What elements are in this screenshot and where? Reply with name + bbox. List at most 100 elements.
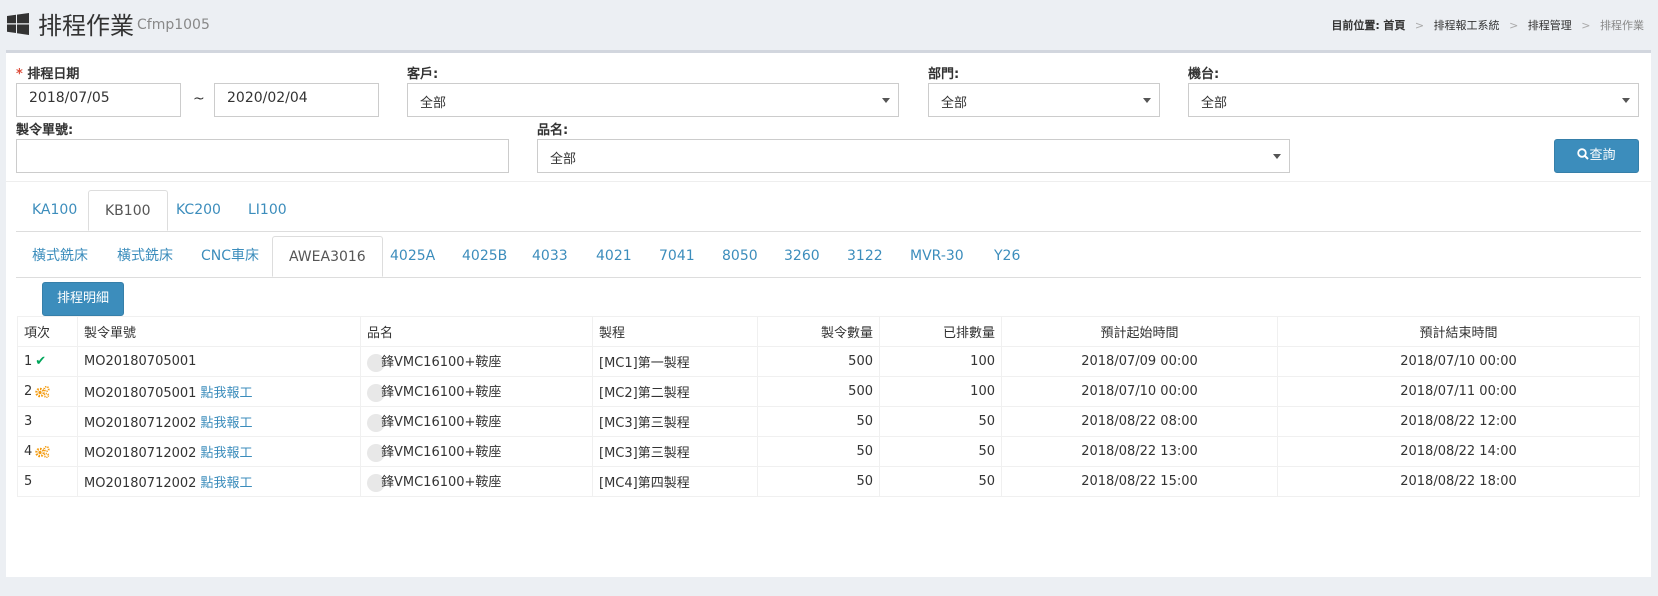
query-button[interactable]: 查詢 xyxy=(1554,139,1639,173)
cell-end: 2018/08/22 12:00 xyxy=(1277,406,1640,437)
cell-order: MO20180705001 點我報工 xyxy=(77,376,361,407)
tab-machine[interactable]: 4025B xyxy=(446,236,523,277)
cell-scheduled: 100 xyxy=(879,346,1002,377)
report-link[interactable]: 點我報工 xyxy=(200,416,252,431)
col-no: 項次 xyxy=(17,316,78,347)
cell-process: [MC1]第一製程 xyxy=(592,346,758,377)
cell-product: 鋒VMC16100+鞍座 xyxy=(360,406,593,437)
dept-select-value: 全部 xyxy=(941,96,968,111)
tab-factory-active[interactable]: KB100 xyxy=(88,190,168,231)
report-link[interactable]: 點我報工 xyxy=(200,476,252,491)
date-to-input[interactable]: 2020/02/04 xyxy=(214,83,379,117)
breadcrumb-system[interactable]: 排程報工系統 xyxy=(1434,19,1500,32)
machine-select[interactable]: 全部 xyxy=(1188,83,1639,117)
cell-no: 4 xyxy=(17,436,78,467)
tab-machine[interactable]: 7041 xyxy=(643,236,711,277)
breadcrumb-sep: > xyxy=(1414,19,1425,32)
cell-no: 2 xyxy=(17,376,78,407)
page-header: 排程作業 Cfmp1005 目前位置: 首頁 > 排程報工系統 > 排程管理 >… xyxy=(0,0,1658,50)
table-row: 5 MO20180712002 點我報工 鋒VMC16100+鞍座 [MC4]第四製程 5… xyxy=(17,466,1640,497)
tab-machine[interactable]: 4025A xyxy=(374,236,451,277)
customer-select-value: 全部 xyxy=(420,96,447,111)
windows-icon xyxy=(7,13,29,35)
table-row: 3 MO20180712002 點我報工 鋒VMC16100+鞍座 [MC3]第三製程 5… xyxy=(17,406,1640,437)
table-row: 1 ✔ MO20180705001 鋒VMC16100+鞍座 [MC1]第一製程 500 1… xyxy=(17,346,1640,377)
cell-scheduled: 50 xyxy=(879,466,1002,497)
cell-scheduled: 50 xyxy=(879,436,1002,467)
order-label: 製令單號: xyxy=(16,123,74,138)
tab-machine[interactable]: MVR-30 xyxy=(894,236,980,277)
tab-factory[interactable]: LI100 xyxy=(232,190,303,231)
cell-product: 鋒VMC16100+鞍座 xyxy=(360,346,593,377)
col-process: 製程 xyxy=(592,316,758,347)
product-label: 品名: xyxy=(537,123,569,138)
col-scheduled: 已排數量 xyxy=(879,316,1002,347)
cell-start: 2018/08/22 15:00 xyxy=(1001,466,1278,497)
gears-icon xyxy=(35,445,50,458)
cell-end: 2018/07/10 00:00 xyxy=(1277,346,1640,377)
date-from-input[interactable]: 2018/07/05 xyxy=(16,83,181,117)
tab-machine[interactable]: 4033 xyxy=(516,236,584,277)
product-select[interactable]: 全部 xyxy=(537,139,1290,173)
col-order: 製令單號 xyxy=(77,316,361,347)
tab-factory[interactable]: KA100 xyxy=(16,190,93,231)
cell-product: 鋒VMC16100+鞍座 xyxy=(360,436,593,467)
table-body: 1 ✔ MO20180705001 鋒VMC16100+鞍座 [MC1]第一製程 500 1… xyxy=(17,346,1640,497)
cell-process: [MC3]第三製程 xyxy=(592,436,758,467)
tab-machine-active[interactable]: AWEA3016 xyxy=(272,236,383,277)
breadcrumb-sep: > xyxy=(1509,19,1519,32)
page-subtitle: Cfmp1005 xyxy=(137,17,210,33)
tab-machine[interactable]: 3260 xyxy=(768,236,836,277)
check-icon: ✔ xyxy=(35,354,47,369)
tab-machine[interactable]: 8050 xyxy=(706,236,774,277)
caret-down-icon xyxy=(1622,98,1630,103)
breadcrumb-management[interactable]: 排程管理 xyxy=(1528,19,1572,32)
col-qty: 製令數量 xyxy=(757,316,880,347)
tab-machine[interactable]: Y26 xyxy=(978,236,1036,277)
tab-machine[interactable]: 橫式銑床 xyxy=(16,236,104,277)
schedule-detail-button[interactable]: 排程明細 xyxy=(42,282,124,316)
cell-qty: 50 xyxy=(757,436,880,467)
factory-tabs: KA100 KB100 KC200 LI100 xyxy=(16,190,1641,232)
tab-factory[interactable]: KC200 xyxy=(160,190,237,231)
cell-order: MO20180712002 點我報工 xyxy=(77,466,361,497)
customer-select[interactable]: 全部 xyxy=(407,83,899,117)
cell-qty: 500 xyxy=(757,346,880,377)
report-link[interactable]: 點我報工 xyxy=(200,446,252,461)
cell-end: 2018/08/22 14:00 xyxy=(1277,436,1640,467)
cell-qty: 50 xyxy=(757,466,880,497)
tab-machine[interactable]: 4021 xyxy=(580,236,648,277)
schedule-table: 項次 製令單號 品名 製程 製令數量 已排數量 預計起始時間 預計結束時間 1 ✔… xyxy=(17,316,1640,497)
report-link[interactable]: 點我報工 xyxy=(200,386,252,401)
search-icon xyxy=(1577,148,1590,160)
order-input[interactable] xyxy=(16,139,509,173)
cell-scheduled: 50 xyxy=(879,406,1002,437)
main-card: * 排程日期 2018/07/05 ~ 2020/02/04 客戶: 全部 部門… xyxy=(6,50,1651,577)
breadcrumb-current: 排程作業 xyxy=(1600,19,1644,32)
col-start: 預計起始時間 xyxy=(1001,316,1278,347)
dept-label: 部門: xyxy=(928,67,960,82)
cell-end: 2018/07/11 00:00 xyxy=(1277,376,1640,407)
cell-start: 2018/07/10 00:00 xyxy=(1001,376,1278,407)
col-end: 預計結束時間 xyxy=(1277,316,1640,347)
tab-machine[interactable]: CNC車床 xyxy=(185,236,275,277)
cell-start: 2018/07/09 00:00 xyxy=(1001,346,1278,377)
date-separator: ~ xyxy=(193,91,205,107)
tab-machine[interactable]: 橫式銑床 xyxy=(101,236,189,277)
machine-tabs: 橫式銑床 橫式銑床 CNC車床 AWEA3016 4025A 4025B 403… xyxy=(16,236,1641,278)
dept-select[interactable]: 全部 xyxy=(928,83,1160,117)
table-row: 2 MO20180705001 點我報工 鋒VMC16100+鞍座 [MC2]第二製程 5… xyxy=(17,376,1640,407)
machine-label: 機台: xyxy=(1188,67,1220,82)
cell-order: MO20180705001 xyxy=(77,346,361,377)
table-header-row: 項次 製令單號 品名 製程 製令數量 已排數量 預計起始時間 預計結束時間 xyxy=(17,316,1640,347)
tab-machine[interactable]: 3122 xyxy=(831,236,899,277)
customer-label: 客戶: xyxy=(407,67,439,82)
breadcrumb-home[interactable]: 首頁 xyxy=(1383,19,1405,32)
breadcrumb: 目前位置: 首頁 > 排程報工系統 > 排程管理 > 排程作業 xyxy=(1331,17,1644,33)
breadcrumb-label: 目前位置: xyxy=(1331,19,1380,32)
cell-product: 鋒VMC16100+鞍座 xyxy=(360,466,593,497)
filter-divider xyxy=(6,181,1651,182)
cell-process: [MC2]第二製程 xyxy=(592,376,758,407)
caret-down-icon xyxy=(1143,98,1151,103)
caret-down-icon xyxy=(882,98,890,103)
